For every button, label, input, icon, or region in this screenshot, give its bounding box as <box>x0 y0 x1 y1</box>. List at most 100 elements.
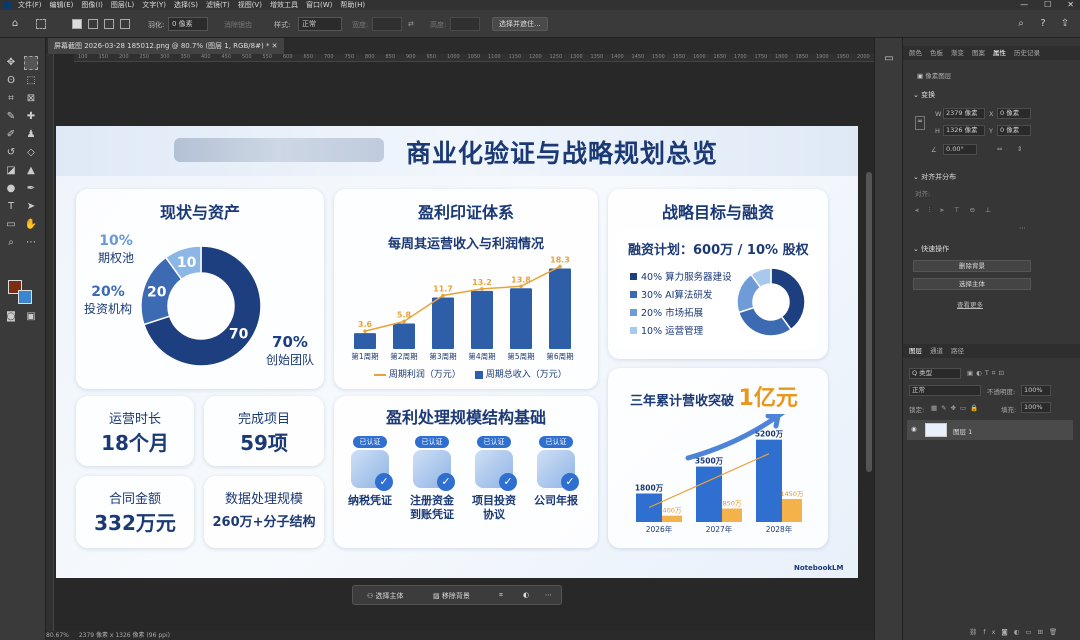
hand-tool-icon[interactable]: ✋ <box>24 218 38 232</box>
search-icon[interactable]: ⌕ <box>1014 17 1028 31</box>
panel-tab[interactable]: 图层 <box>909 344 922 358</box>
pen-tool-icon[interactable]: ✒ <box>24 182 38 196</box>
menu-item[interactable]: 增效工具 <box>270 0 298 10</box>
share-icon[interactable]: ⇪ <box>1058 17 1072 31</box>
move-tool-icon[interactable]: ✥ <box>4 56 18 70</box>
zoom-tool-icon[interactable]: ⌕ <box>4 236 18 250</box>
width-field[interactable]: 2379 像素 <box>943 108 985 119</box>
menu-item[interactable]: 选择(S) <box>174 0 198 10</box>
y-field[interactable]: 0 像素 <box>997 125 1031 136</box>
more-options-icon[interactable]: ⋯ <box>545 591 552 599</box>
more-align-icon[interactable]: ⋯ <box>1019 224 1026 232</box>
flip-vertical-icon[interactable]: ⇕ <box>1017 145 1022 153</box>
panel-tab[interactable]: 图案 <box>972 46 985 60</box>
adjust-icon[interactable]: ◐ <box>523 591 529 599</box>
rect-marquee-tool-icon[interactable] <box>24 56 38 70</box>
blur-tool-icon[interactable]: ▲ <box>24 164 38 178</box>
document-tab[interactable]: 屏幕截图 2026-03-28 185012.png @ 80.7% (图层 1… <box>48 38 284 54</box>
screen-mode-icon[interactable]: ▣ <box>24 310 38 324</box>
type-tool-icon[interactable]: T <box>4 200 18 214</box>
align-hcenter-icon[interactable]: ⫶ <box>929 206 933 215</box>
style-select[interactable]: 正常 <box>298 17 342 31</box>
help-icon[interactable]: ? <box>1036 17 1050 31</box>
opacity-field[interactable]: 100% <box>1021 385 1051 396</box>
transform-icon[interactable]: ⌗ <box>499 591 503 600</box>
lock-icons[interactable]: ▦✎✥▭🔒 <box>931 404 982 412</box>
minimize-icon[interactable]: — <box>1020 0 1028 10</box>
panel-tab[interactable]: 色板 <box>930 46 943 60</box>
menu-item[interactable]: 图像(I) <box>81 0 103 10</box>
lasso-tool-icon[interactable]: ʘ <box>4 74 18 88</box>
visibility-eye-icon[interactable]: ◉ <box>911 425 917 433</box>
eraser-tool-icon[interactable]: ◇ <box>24 146 38 160</box>
layer-filter-select[interactable]: Q 类型 <box>909 368 961 379</box>
intersect-selection-icon[interactable] <box>120 19 130 29</box>
close-icon[interactable]: ✕ <box>1067 0 1074 10</box>
close-tab-icon[interactable]: ✕ <box>272 42 278 50</box>
shape-tool-icon[interactable]: ▭ <box>4 218 18 232</box>
panel-tab[interactable]: 通道 <box>930 344 943 358</box>
align-vcenter-icon[interactable]: ⊝ <box>970 206 977 215</box>
dodge-tool-icon[interactable]: ● <box>4 182 18 196</box>
marquee-tool-icon[interactable] <box>36 19 46 29</box>
width-input[interactable] <box>372 17 402 31</box>
layer-filter-icons[interactable]: ▣◐T⌗⊡ <box>967 369 1007 378</box>
maximize-icon[interactable]: ☐ <box>1044 0 1051 10</box>
frame-tool-icon[interactable]: ⊠ <box>24 92 38 106</box>
menu-item[interactable]: 文件(F) <box>18 0 42 10</box>
menu-item[interactable]: 滤镜(T) <box>206 0 230 10</box>
fill-field[interactable]: 100% <box>1021 402 1051 413</box>
menu-item[interactable]: 图层(L) <box>111 0 134 10</box>
home-icon[interactable]: ⌂ <box>8 17 22 31</box>
link-proportions-icon[interactable]: ∞ <box>915 116 925 130</box>
panel-tab[interactable]: 渐变 <box>951 46 964 60</box>
background-color-swatch[interactable] <box>18 290 32 304</box>
angle-field[interactable]: 0.00° <box>943 144 977 155</box>
healing-tool-icon[interactable]: ✚ <box>24 110 38 124</box>
more-tools-icon[interactable]: ⋯ <box>24 236 38 250</box>
add-selection-icon[interactable] <box>88 19 98 29</box>
new-selection-icon[interactable] <box>72 19 82 29</box>
align-left-icon[interactable]: ⫷ <box>915 206 921 215</box>
history-brush-icon[interactable]: ↺ <box>4 146 18 160</box>
crop-tool-icon[interactable]: ⌗ <box>4 92 18 106</box>
x-field[interactable]: 0 像素 <box>997 108 1031 119</box>
panel-tab[interactable]: 属性 <box>993 46 1006 60</box>
swap-icon[interactable]: ⇄ <box>408 20 414 28</box>
subtract-selection-icon[interactable] <box>104 19 114 29</box>
panel-tab[interactable]: 历史记录 <box>1014 46 1040 60</box>
menu-item[interactable]: 窗口(W) <box>306 0 332 10</box>
object-select-tool-icon[interactable]: ⬚ <box>24 74 38 88</box>
comments-icon[interactable]: ▭ <box>882 52 896 66</box>
select-subject-button[interactable]: ⚇ 选择主体 <box>367 591 404 601</box>
layer-row[interactable]: ◉ 图层 1 <box>907 420 1073 440</box>
antialias-checkbox[interactable]: 消除锯齿 <box>224 20 252 30</box>
menu-item[interactable]: 视图(V) <box>238 0 262 10</box>
stamp-tool-icon[interactable]: ♟ <box>24 128 38 142</box>
bucket-tool-icon[interactable]: ◪ <box>4 164 18 178</box>
view-more-link[interactable]: 查看更多 <box>957 299 983 309</box>
select-subject-quick-button[interactable]: 选择主体 <box>913 278 1031 290</box>
zoom-level[interactable]: 80.67% <box>46 632 69 639</box>
menu-item[interactable]: 编辑(E) <box>50 0 74 10</box>
menu-item[interactable]: 帮助(H) <box>340 0 365 10</box>
select-and-mask-button[interactable]: 选择并遮住... <box>492 17 548 31</box>
layer-name[interactable]: 图层 1 <box>953 426 972 436</box>
menu-item[interactable]: 文字(Y) <box>142 0 166 10</box>
path-select-tool-icon[interactable]: ➤ <box>24 200 38 214</box>
flip-horizontal-icon[interactable]: ⇔ <box>997 145 1002 153</box>
height-input[interactable] <box>450 17 480 31</box>
height-field[interactable]: 1326 像素 <box>943 125 985 136</box>
quick-mask-icon[interactable]: ◙ <box>4 310 18 324</box>
align-bottom-icon[interactable]: ⊥ <box>985 206 993 215</box>
align-right-icon[interactable]: ⫸ <box>940 206 946 215</box>
layer-footer-icons[interactable]: ⛓fx◙◐▭⊞🗑 <box>969 628 1063 636</box>
vertical-scrollbar[interactable] <box>866 172 872 472</box>
blend-mode-select[interactable]: 正常 <box>909 385 981 396</box>
brush-tool-icon[interactable]: ✐ <box>4 128 18 142</box>
remove-background-quick-button[interactable]: 删除背景 <box>913 260 1031 272</box>
panel-tab[interactable]: 路径 <box>951 344 964 358</box>
remove-background-button[interactable]: ▨ 移除背景 <box>433 591 470 601</box>
align-top-icon[interactable]: ⊤ <box>954 206 962 215</box>
panel-tab[interactable]: 颜色 <box>909 46 922 60</box>
